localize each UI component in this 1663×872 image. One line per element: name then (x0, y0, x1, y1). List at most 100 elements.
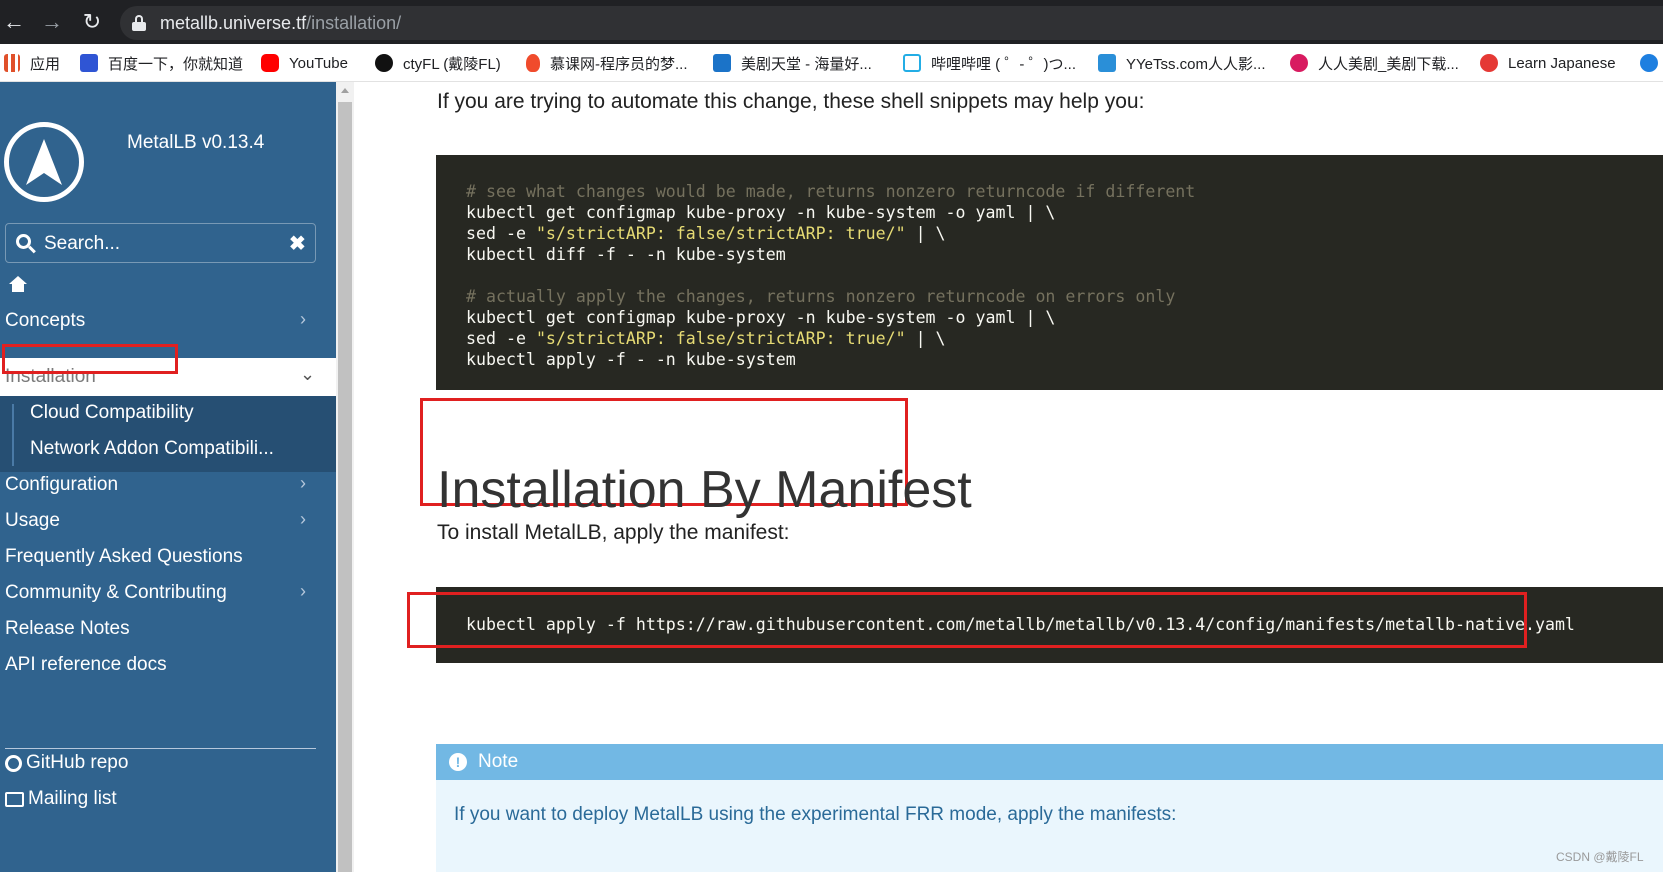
rrmj-icon (1290, 54, 1308, 72)
metallb-logo-icon[interactable] (4, 122, 84, 202)
sidebar-item-faq[interactable]: Frequently Asked Questions (5, 546, 243, 568)
envelope-icon (5, 791, 24, 807)
meiju-icon (713, 54, 731, 72)
bookmark-meijutt[interactable]: 美剧天堂 - 海量好... (713, 44, 872, 82)
code-line: kubectl get configmap kube-proxy -n kube… (466, 203, 1056, 222)
bookmark-label: YouTube (289, 54, 348, 72)
github-repo-link[interactable]: GitHub repo (5, 752, 128, 774)
sidebar-subitem-cloud-compatibility[interactable]: Cloud Compatibility (30, 402, 194, 424)
mailing-list-label: Mailing list (28, 788, 117, 809)
forward-arrow-icon[interactable]: → (38, 8, 66, 36)
chevron-down-icon[interactable]: ⌄ (300, 364, 315, 385)
highlight-box-installation (2, 344, 178, 374)
search-input[interactable]: Search... ✖ (5, 223, 316, 263)
sidebar-subitems: Cloud Compatibility Network Addon Compat… (0, 396, 336, 472)
baidu-icon (80, 54, 98, 72)
info-icon: ! (449, 753, 467, 771)
bookmark-label: 人人美剧_美剧下载... (1318, 55, 1459, 73)
sidebar-item-configuration[interactable]: Configuration (5, 474, 118, 496)
note-text: If you want to deploy MetalLB using the … (454, 804, 1177, 825)
bookmark-yyets[interactable]: YYeTss.com人人影... (1098, 44, 1265, 82)
logo-arrow-icon (26, 139, 62, 185)
url-path: /installation/ (306, 13, 402, 33)
bookmark-label: Learn Japanese (1508, 54, 1616, 72)
sidebar-scrollbar[interactable] (336, 82, 354, 872)
mailing-list-link[interactable]: Mailing list (5, 788, 117, 810)
bookmarks-bar: 应用 百度一下，你就知道 YouTube ctyFL (戴陵FL) 慕课网-程序… (0, 44, 1663, 82)
yyets-icon (1098, 54, 1116, 72)
bookmark-imooc[interactable]: 慕课网-程序员的梦... (526, 44, 688, 82)
lock-icon (132, 15, 146, 31)
bookmark-baidu[interactable]: 百度一下，你就知道 (80, 44, 243, 82)
code-block-strictarp[interactable]: # see what changes would be made, return… (436, 155, 1663, 390)
bookmark-github[interactable]: ctyFL (戴陵FL) (375, 44, 501, 82)
manifest-intro-text: To install MetalLB, apply the manifest: (437, 521, 790, 544)
section-heading: Installation By Manifest (437, 461, 972, 519)
note-title: Note (478, 751, 519, 772)
bilibili-icon (903, 54, 921, 72)
browser-toolbar: ← → ↻ metallb.universe.tf/installation/ (0, 0, 1663, 44)
note-body: If you want to deploy MetalLB using the … (436, 780, 1663, 872)
search-placeholder: Search... (44, 233, 121, 254)
bookmark-label: ctyFL (戴陵FL) (403, 55, 501, 73)
bookmark-label: 百度一下，你就知道 (108, 55, 244, 73)
note-header: ! Note (436, 744, 1663, 780)
back-arrow-icon[interactable]: ← (0, 8, 28, 36)
bookmark-youtube[interactable]: YouTube (261, 44, 348, 82)
sidebar-item-usage[interactable]: Usage (5, 510, 60, 532)
sidebar-item-release-notes[interactable]: Release Notes (5, 618, 130, 640)
learn-japanese-icon (1480, 54, 1498, 72)
search-clear-icon[interactable]: ✖ (289, 231, 306, 256)
github-icon (375, 54, 393, 72)
bookmark-label: 哔哩哔哩 ( ゜- ゜)つ... (931, 55, 1076, 73)
sidebar-divider (5, 748, 316, 749)
chevron-right-icon[interactable]: › (300, 473, 306, 494)
search-icon (16, 234, 36, 254)
address-bar[interactable]: metallb.universe.tf/installation/ (120, 6, 1663, 40)
code-line: # actually apply the changes, returns no… (466, 287, 1176, 306)
code-line: kubectl get configmap kube-proxy -n kube… (466, 308, 1056, 327)
home-icon[interactable] (8, 276, 28, 294)
site-version: MetalLB v0.13.4 (127, 132, 265, 153)
chevron-right-icon[interactable]: › (300, 509, 306, 530)
flame-icon (526, 54, 540, 72)
chevron-right-icon[interactable]: › (300, 581, 306, 602)
subitem-rule (12, 404, 14, 466)
bookmark-label: 应用 (30, 55, 61, 73)
bookmark-bilibili[interactable]: 哔哩哔哩 ( ゜- ゜)つ... (903, 44, 1076, 82)
bookmark-overflow[interactable] (1640, 44, 1658, 82)
intro-text: If you are trying to automate this chang… (437, 90, 1145, 113)
watermark: CSDN @戴陵FL (1556, 850, 1644, 864)
highlight-box-manifest (407, 592, 1527, 648)
scroll-up-icon[interactable] (341, 88, 349, 93)
sidebar: MetalLB v0.13.4 Search... ✖ Concepts › I… (0, 82, 336, 872)
apps-grid-icon (4, 54, 20, 72)
bookmark-label: YYeTss.com人人影... (1126, 55, 1266, 73)
sidebar-item-concepts[interactable]: Concepts (5, 310, 85, 332)
sidebar-item-api-reference[interactable]: API reference docs (5, 654, 167, 676)
bookmark-label: 慕课网-程序员的梦... (550, 55, 688, 73)
bookmark-apps[interactable]: 应用 (4, 44, 60, 82)
code-line: kubectl apply -f - -n kube-system (466, 350, 796, 369)
url-host: metallb.universe.tf (160, 13, 307, 33)
github-repo-label: GitHub repo (26, 752, 129, 773)
code-line: # see what changes would be made, return… (466, 182, 1196, 201)
chevron-right-icon[interactable]: › (300, 309, 306, 330)
code-block-strictarp-text: # see what changes would be made, return… (466, 181, 1195, 370)
sidebar-item-community[interactable]: Community & Contributing (5, 582, 227, 604)
bookmark-learn-japanese[interactable]: Learn Japanese (1480, 44, 1616, 82)
url-text: metallb.universe.tf/installation/ (160, 13, 401, 34)
code-line: sed -e "s/strictARP: false/strictARP: tr… (466, 224, 946, 243)
bookmark-overflow-icon (1640, 54, 1658, 72)
bookmark-label: 美剧天堂 - 海量好... (741, 55, 872, 73)
youtube-icon (261, 54, 279, 72)
reload-icon[interactable]: ↻ (78, 8, 106, 36)
main-content: If you are trying to automate this chang… (354, 82, 1663, 872)
code-line: kubectl diff -f - -n kube-system (466, 245, 786, 264)
sidebar-subitem-network-addon[interactable]: Network Addon Compatibili... (30, 438, 274, 460)
bookmark-rrmj[interactable]: 人人美剧_美剧下载... (1290, 44, 1459, 82)
github-icon (5, 754, 22, 772)
scrollbar-thumb[interactable] (338, 102, 352, 872)
code-line: sed -e "s/strictARP: false/strictARP: tr… (466, 329, 946, 348)
